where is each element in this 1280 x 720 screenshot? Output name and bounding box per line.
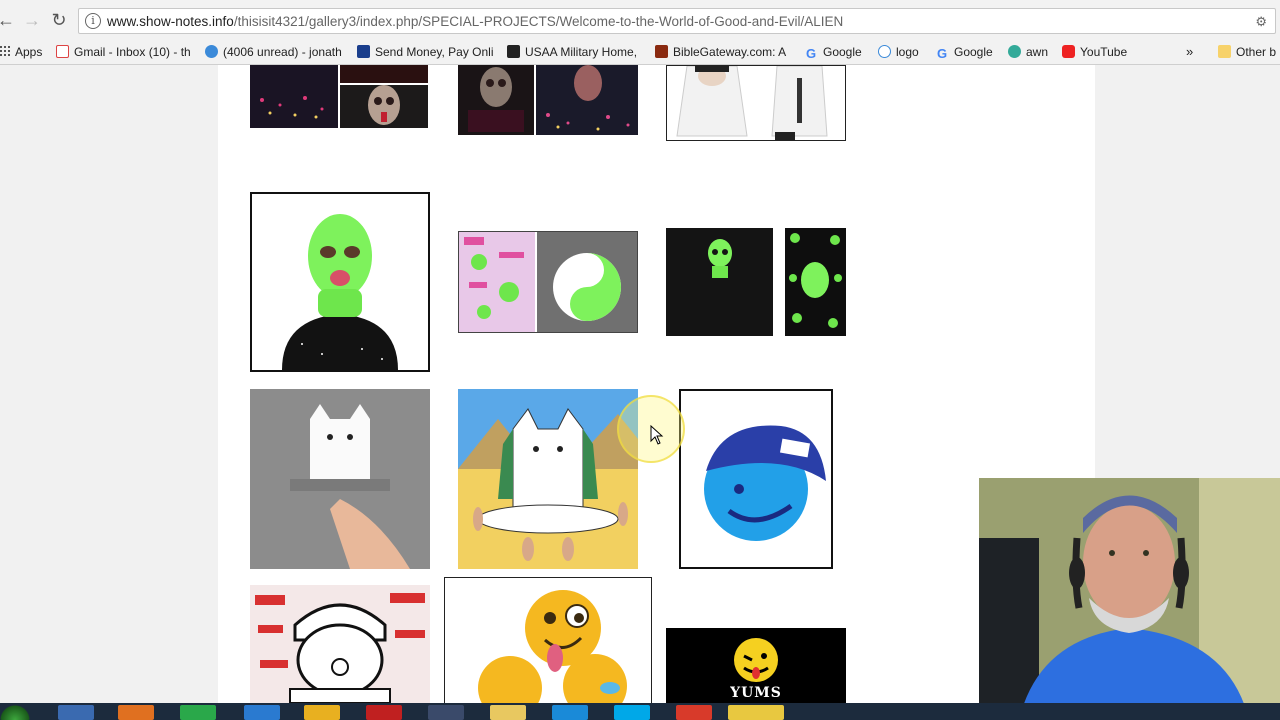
- bookmark-other[interactable]: Other b: [1218, 43, 1276, 61]
- os-taskbar: [0, 703, 1280, 720]
- thumb-cat-sphinx[interactable]: [458, 389, 638, 569]
- apps-grid-icon: [0, 45, 10, 58]
- thumb-city-skull-collage[interactable]: [250, 65, 430, 128]
- logo-icon: [878, 45, 891, 58]
- bookmark-google-2[interactable]: G Google: [937, 43, 993, 61]
- address-bar[interactable]: i www.show-notes.info/thisisit4321/galle…: [78, 8, 1276, 34]
- taskbar-app-dark[interactable]: [428, 705, 464, 720]
- bookmark-paypal[interactable]: Send Money, Pay Onli: [357, 43, 494, 61]
- bookmarks-bar: Apps Gmail - Inbox (10) - th (4006 unrea…: [0, 40, 1280, 65]
- taskbar-app-red[interactable]: [366, 705, 402, 720]
- youtube-icon: [1062, 45, 1075, 58]
- taskbar-app-yellow[interactable]: [304, 705, 340, 720]
- taskbar-app-ie[interactable]: [244, 705, 280, 720]
- folder-icon: [1218, 45, 1231, 58]
- thumb-alien-yin-yang[interactable]: [458, 231, 638, 333]
- mouse-pointer-icon: [650, 424, 664, 450]
- thumb-cartoon-character-cap[interactable]: [250, 585, 430, 703]
- taskbar-app-notes[interactable]: [728, 705, 784, 720]
- url-text: www.show-notes.info/thisisit4321/gallery…: [107, 14, 843, 29]
- bookmark-biblegateway[interactable]: BibleGateway.com: A: [655, 43, 786, 61]
- thumb-glowing-alien-shirt[interactable]: [666, 228, 773, 336]
- taskbar-app-folder[interactable]: [490, 705, 526, 720]
- usaa-icon: [507, 45, 520, 58]
- bookmark-youtube[interactable]: YouTube: [1062, 43, 1127, 61]
- browser-toolbar: ← → ↻ i www.show-notes.info/thisisit4321…: [0, 0, 1280, 41]
- bookmark-google-1[interactable]: G Google: [806, 43, 862, 61]
- bible-icon: [655, 45, 668, 58]
- thumb-cat-pocket-shirt[interactable]: [250, 389, 430, 569]
- taskbar-app-green[interactable]: [180, 705, 216, 720]
- taskbar-app-firefox[interactable]: [118, 705, 154, 720]
- back-arrow-icon[interactable]: ←: [0, 10, 16, 30]
- info-icon[interactable]: i: [85, 13, 101, 29]
- bookmark-yahoo-mail[interactable]: (4006 unread) - jonath: [205, 43, 342, 61]
- thumb-emoji-pile[interactable]: [444, 577, 652, 703]
- taskbar-app-skype[interactable]: [614, 705, 650, 720]
- awn-icon: [1008, 45, 1021, 58]
- taskbar-app-explorer[interactable]: [58, 705, 94, 720]
- bookmark-awn[interactable]: awn: [1008, 43, 1048, 61]
- bookmark-logo[interactable]: logo: [878, 43, 919, 61]
- mail-icon: [205, 45, 218, 58]
- bookmark-apps[interactable]: Apps: [0, 43, 42, 61]
- reload-icon[interactable]: ↻: [49, 10, 69, 30]
- google-icon: G: [806, 46, 817, 61]
- forward-arrow-icon[interactable]: →: [22, 10, 42, 30]
- thumb-skull-city-collage[interactable]: [458, 65, 638, 135]
- extension-icon[interactable]: ⚙: [1255, 14, 1267, 30]
- google-icon: G: [937, 46, 948, 61]
- url-path: /thisisit4321/gallery3/index.php/SPECIAL…: [233, 14, 844, 29]
- yums-text: YUMS: [730, 685, 782, 701]
- gallery-page: YUMS: [218, 65, 1095, 703]
- taskbar-app-chrome[interactable]: [676, 705, 712, 720]
- paypal-icon: [357, 45, 370, 58]
- bookmarks-more-button[interactable]: »: [1186, 43, 1193, 61]
- thumb-green-ski-mask[interactable]: [250, 192, 430, 372]
- start-button[interactable]: [0, 705, 30, 720]
- webcam-overlay: [979, 478, 1280, 720]
- taskbar-app-blue[interactable]: [552, 705, 588, 720]
- thumb-yums-logo[interactable]: YUMS: [666, 628, 846, 703]
- thumb-white-sweater[interactable]: [666, 65, 846, 141]
- gmail-icon: [56, 45, 69, 58]
- thumb-neff-cap-face[interactable]: [679, 389, 833, 569]
- bookmark-usaa[interactable]: USAA Military Home,: [507, 43, 637, 61]
- bookmark-gmail[interactable]: Gmail - Inbox (10) - th: [56, 43, 191, 61]
- url-host: www.show-notes.info: [107, 14, 234, 29]
- thumb-alien-pattern[interactable]: [785, 228, 846, 336]
